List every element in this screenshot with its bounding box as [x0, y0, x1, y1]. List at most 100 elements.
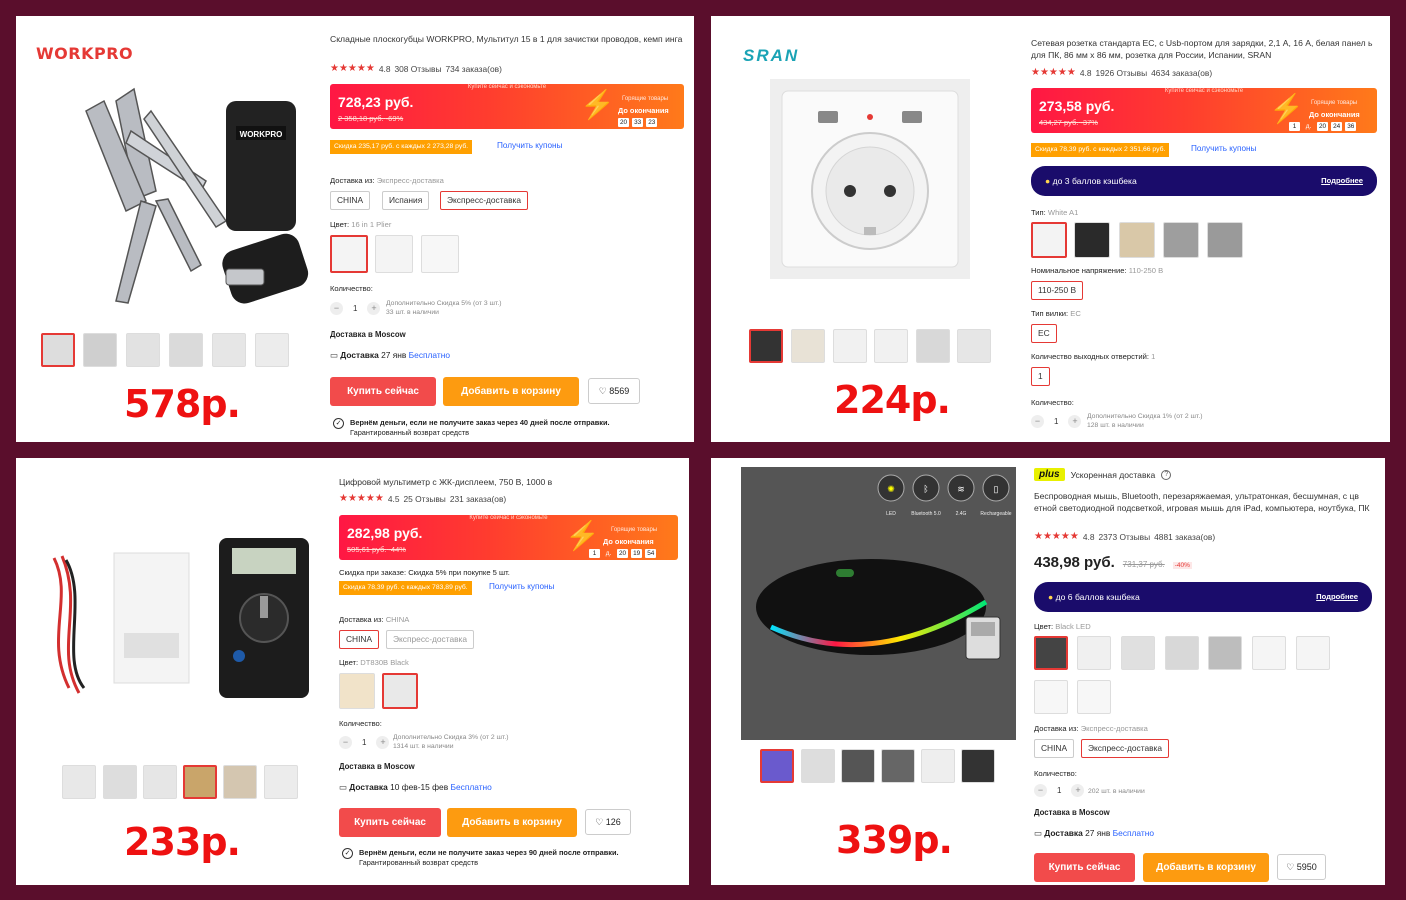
quantity-stepper[interactable]: − 1 +: [339, 736, 390, 749]
qty-plus-button[interactable]: +: [376, 736, 390, 749]
thumbnail-6[interactable]: [957, 329, 991, 363]
qty-minus-button[interactable]: −: [339, 736, 352, 749]
thumbnail-5[interactable]: [921, 749, 955, 783]
cashback-more-link[interactable]: Подробнее: [1316, 582, 1358, 612]
qty-value[interactable]: 1: [362, 738, 366, 747]
cashback-more-link[interactable]: Подробнее: [1321, 166, 1363, 196]
color-swatch-2[interactable]: [382, 673, 418, 709]
color-swatch-7[interactable]: [1296, 636, 1330, 670]
thumbnail-1[interactable]: [41, 333, 75, 367]
thumbnail-1[interactable]: [749, 329, 783, 363]
add-to-cart-button[interactable]: Добавить в корзину: [443, 377, 579, 406]
thumbnail-3[interactable]: [841, 749, 875, 783]
color-swatch-2[interactable]: [1077, 636, 1111, 670]
quantity-stepper[interactable]: − 1 +: [1034, 784, 1085, 797]
quantity-stepper[interactable]: − 1 +: [1031, 415, 1082, 428]
product-image[interactable]: ✺ ᛒ ≋ ▯ LED Bluetooth 5.0 2.4G Rechargea…: [741, 467, 1016, 740]
thumbnail-5[interactable]: [916, 329, 950, 363]
ship-option-express[interactable]: Экспресс-доставка: [440, 191, 529, 210]
reviews-count[interactable]: 2373 Отзывы: [1098, 532, 1150, 542]
color-swatch-4[interactable]: [1165, 636, 1199, 670]
thumbnail-3[interactable]: [143, 765, 177, 799]
ship-option-china[interactable]: CHINA: [339, 630, 380, 649]
reviews-count[interactable]: 308 Отзывы: [394, 64, 441, 74]
thumbnail-2[interactable]: [801, 749, 835, 783]
thumbnail-4[interactable]: [881, 749, 915, 783]
color-swatch-1[interactable]: [330, 235, 368, 273]
quantity-stepper[interactable]: − 1 +: [330, 302, 381, 315]
thumbnail-2[interactable]: [83, 333, 117, 367]
voltage-option[interactable]: 110-250 В: [1031, 281, 1084, 300]
thumbnail-2[interactable]: [103, 765, 137, 799]
qty-value[interactable]: 1: [353, 304, 357, 313]
color-swatch-9[interactable]: [1077, 680, 1111, 714]
color-swatch-1[interactable]: [339, 673, 375, 709]
thumbnail-3[interactable]: [833, 329, 867, 363]
add-to-cart-button[interactable]: Добавить в корзину: [447, 808, 577, 837]
wishlist-button[interactable]: ♡ 5950: [1277, 854, 1326, 880]
type-swatch-3[interactable]: [1119, 222, 1155, 258]
thumbnail-2[interactable]: [791, 329, 825, 363]
thumbnail-6[interactable]: [255, 333, 289, 367]
thumbnail-5[interactable]: [223, 765, 257, 799]
rating-row: ★★★★★ 4.8 2373 Отзывы 4881 заказа(ов): [1034, 531, 1215, 542]
type-swatch-4[interactable]: [1163, 222, 1199, 258]
thumbnail-3[interactable]: [126, 333, 160, 367]
color-swatch-6[interactable]: [1252, 636, 1286, 670]
ship-option-express[interactable]: Экспресс-доставка: [1081, 739, 1170, 758]
help-icon[interactable]: ?: [1161, 469, 1172, 480]
thumbnail-5[interactable]: [212, 333, 246, 367]
qty-minus-button[interactable]: −: [1034, 784, 1047, 797]
color-swatch-2[interactable]: [375, 235, 413, 273]
orders-count: 4634 заказа(ов): [1151, 67, 1213, 78]
cashback-banner[interactable]: ● до 3 баллов кэшбека Подробнее: [1031, 166, 1377, 196]
qty-plus-button[interactable]: +: [367, 302, 381, 315]
svg-text:ᛒ: ᛒ: [923, 484, 928, 494]
qty-value[interactable]: 1: [1057, 786, 1061, 795]
qty-value[interactable]: 1: [1054, 417, 1058, 426]
get-coupons-link[interactable]: Получить купоны: [1191, 144, 1256, 153]
buy-now-button[interactable]: Купить сейчас: [339, 808, 441, 837]
reviews-count[interactable]: 1926 Отзывы: [1095, 68, 1147, 78]
type-swatch-5[interactable]: [1207, 222, 1243, 258]
qty-plus-button[interactable]: +: [1071, 784, 1085, 797]
product-image[interactable]: [44, 538, 324, 708]
get-coupons-link[interactable]: Получить купоны: [489, 582, 554, 591]
color-swatch-3[interactable]: [421, 235, 459, 273]
cashback-banner[interactable]: ● до 6 баллов кэшбека Подробнее: [1034, 582, 1372, 612]
wishlist-button[interactable]: ♡ 126: [585, 809, 631, 835]
type-swatch-2[interactable]: [1074, 222, 1110, 258]
thumbnail-1[interactable]: [62, 765, 96, 799]
thumbnail-6[interactable]: [961, 749, 995, 783]
buy-now-button[interactable]: Купить сейчас: [330, 377, 436, 406]
svg-text:≋: ≋: [957, 484, 965, 494]
get-coupons-link[interactable]: Получить купоны: [497, 141, 562, 150]
thumbnail-6[interactable]: [264, 765, 298, 799]
color-swatch-8[interactable]: [1034, 680, 1068, 714]
thumbnail-4[interactable]: [183, 765, 217, 799]
color-swatch-1[interactable]: [1034, 636, 1068, 670]
buy-now-button[interactable]: Купить сейчас: [1034, 853, 1135, 882]
ship-option-spain[interactable]: Испания: [382, 191, 430, 210]
ship-option-china[interactable]: CHINA: [1034, 739, 1075, 758]
wishlist-button[interactable]: ♡ 8569: [588, 378, 640, 404]
plug-option[interactable]: EC: [1031, 324, 1057, 343]
ship-option-china[interactable]: CHINA: [330, 191, 371, 210]
plus-logo: plus: [1034, 468, 1065, 481]
thumbnail-4[interactable]: [169, 333, 203, 367]
qty-minus-button[interactable]: −: [1031, 415, 1044, 428]
product-card-multitool: WORKPRO WORKPRO 578р. Складные плоскогуб…: [16, 16, 694, 442]
product-image[interactable]: [770, 79, 970, 279]
qty-minus-button[interactable]: −: [330, 302, 343, 315]
ship-option-express[interactable]: Экспресс-доставка: [386, 630, 475, 649]
qty-plus-button[interactable]: +: [1068, 415, 1082, 428]
reviews-count[interactable]: 25 Отзывы: [403, 494, 445, 504]
thumbnail-4[interactable]: [874, 329, 908, 363]
outlets-option[interactable]: 1: [1031, 367, 1050, 386]
color-swatch-5[interactable]: [1208, 636, 1242, 670]
product-image[interactable]: WORKPRO: [56, 71, 316, 321]
thumbnail-1[interactable]: [760, 749, 794, 783]
type-swatch-1[interactable]: [1031, 222, 1067, 258]
add-to-cart-button[interactable]: Добавить в корзину: [1143, 853, 1269, 882]
color-swatch-3[interactable]: [1121, 636, 1155, 670]
